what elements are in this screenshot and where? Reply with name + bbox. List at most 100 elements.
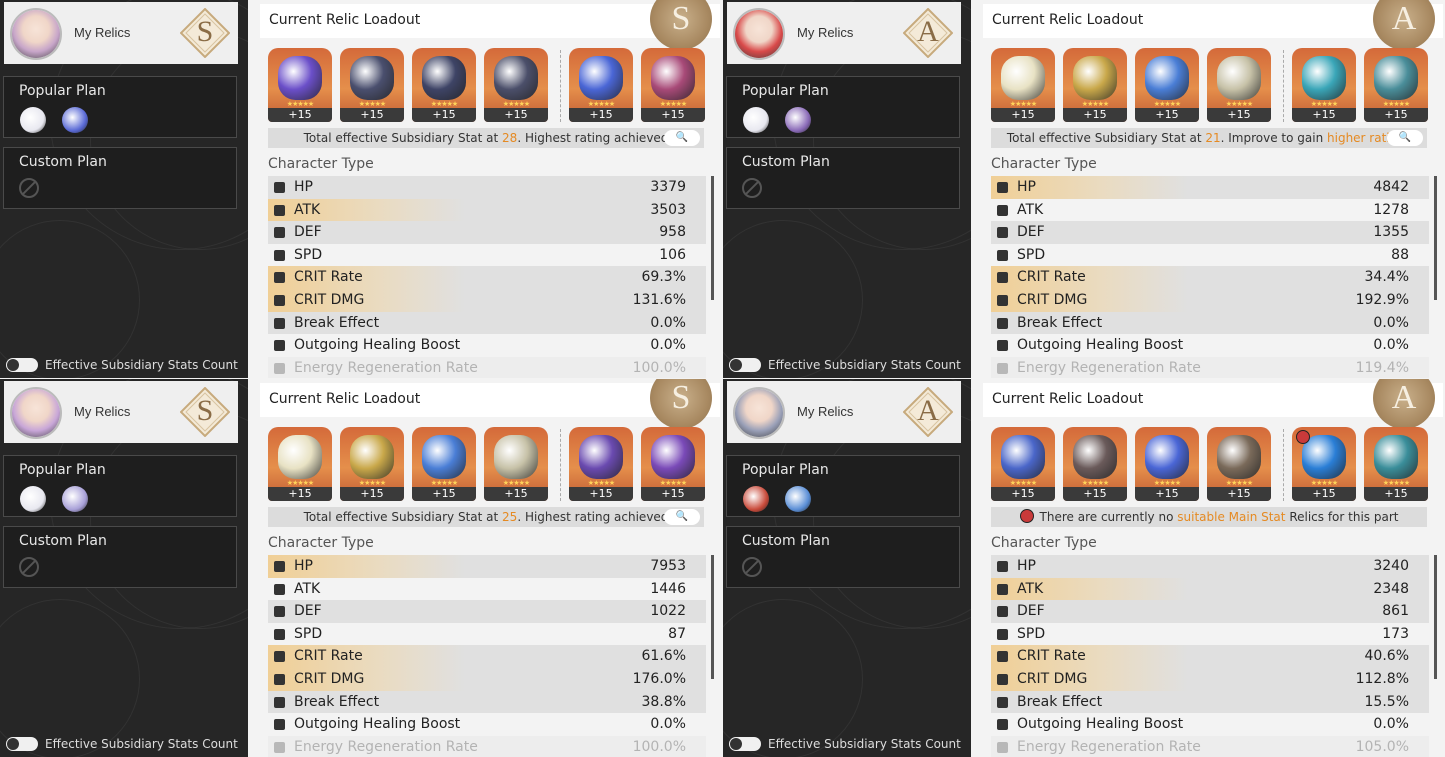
effective-stats-toggle[interactable]: [6, 358, 38, 372]
stat-value: 1278: [1373, 201, 1409, 218]
stat-icon: [997, 719, 1008, 731]
relic-slot[interactable]: ★★★★★ +15: [991, 48, 1055, 122]
popular-plan-card[interactable]: Popular Plan: [726, 455, 960, 517]
stat-name: SPD: [1017, 246, 1046, 263]
effective-stats-toggle[interactable]: [6, 737, 38, 751]
stat-name: Outgoing Healing Boost: [1017, 716, 1184, 733]
decorative-ring: [723, 220, 863, 378]
relic-slot[interactable]: ★★★★★ +15: [1063, 48, 1127, 122]
stat-icon: [997, 317, 1008, 329]
my-relics-title: My Relics: [74, 25, 131, 40]
effective-stats-toggle[interactable]: [729, 737, 761, 751]
scrollbar[interactable]: [1434, 176, 1437, 300]
rank-letter: A: [917, 394, 939, 427]
rank-icon: S: [179, 386, 231, 438]
rarity-stars: ★★★★★: [1153, 479, 1181, 487]
relic-slot[interactable]: ★★★★★ +15: [268, 48, 332, 122]
relic-slot[interactable]: ★★★★★ +15: [1364, 48, 1428, 122]
character-avatar[interactable]: [733, 8, 785, 60]
stats-list: HP 7953 ATK 1446 DEF 1022 SPD 87 CRIT Rate 61.6% C…: [268, 555, 706, 757]
stat-value: 0.0%: [1373, 314, 1409, 331]
relic-slot[interactable]: ★★★★★ +15: [340, 427, 404, 501]
relic-slot[interactable]: ★★★★★ +15: [641, 48, 705, 122]
magnifier-button[interactable]: 🔍: [664, 509, 700, 525]
stat-name: CRIT Rate: [1017, 648, 1086, 665]
set-divider: [560, 50, 561, 122]
magnifier-button[interactable]: 🔍: [664, 130, 700, 146]
effective-stat-bar: Total effective Subsidiary Stat at 25. H…: [268, 507, 704, 527]
plan-relic-icon[interactable]: [62, 107, 88, 133]
plan-relic-icon[interactable]: [20, 486, 46, 512]
empty-plan-icon: [19, 557, 39, 577]
sidebar: My Relics S Popular Plan Custom Plan Effecti…: [0, 379, 248, 757]
stat-row: HP 3379: [268, 176, 706, 199]
stat-row: ATK 3503: [268, 198, 706, 222]
relic-slot[interactable]: ★★★★★ +15: [1135, 427, 1199, 501]
stat-row: HP 3240: [991, 555, 1429, 578]
popular-plan-card[interactable]: Popular Plan: [726, 76, 960, 138]
relic-slot[interactable]: ★★★★★ +15: [1063, 427, 1127, 501]
relic-slot[interactable]: ★★★★★ +15: [1207, 427, 1271, 501]
relic-slot[interactable]: ★★★★★ +15: [268, 427, 332, 501]
set-divider: [560, 429, 561, 501]
stat-name: HP: [1017, 558, 1036, 574]
character-avatar[interactable]: [733, 387, 785, 439]
plan-relic-icon[interactable]: [62, 486, 88, 512]
rarity-stars: ★★★★★: [1009, 100, 1037, 108]
stat-value: 3379: [650, 179, 686, 195]
stat-name: HP: [1017, 179, 1036, 195]
relic-slot[interactable]: ★★★★★ +15: [412, 48, 476, 122]
plan-relic-icon[interactable]: [20, 107, 46, 133]
stat-value: 0.0%: [650, 314, 686, 331]
custom-plan-card[interactable]: Custom Plan: [726, 526, 960, 588]
relic-slot[interactable]: ★★★★★ +15: [484, 48, 548, 122]
stat-name: Energy Regeneration Rate: [1017, 359, 1201, 376]
relic-slot[interactable]: ★★★★★ +15: [340, 48, 404, 122]
scrollbar[interactable]: [711, 555, 714, 679]
popular-plan-card[interactable]: Popular Plan: [3, 455, 237, 517]
relic-slot[interactable]: ★★★★★ +15: [1292, 427, 1356, 501]
stat-value: 87: [668, 625, 686, 642]
scrollbar[interactable]: [711, 176, 714, 300]
plan-relic-icon[interactable]: [743, 486, 769, 512]
effective-stat-prefix: Total effective Subsidiary Stat at: [303, 131, 503, 145]
popular-plan-card[interactable]: Popular Plan: [3, 76, 237, 138]
effective-stat-value: 25: [502, 510, 518, 524]
sidebar: My Relics S Popular Plan Custom Plan Effecti…: [0, 0, 248, 378]
stat-row: Energy Regeneration Rate 105.0%: [991, 735, 1429, 757]
rarity-stars: ★★★★★: [358, 479, 386, 487]
character-avatar[interactable]: [10, 387, 62, 439]
relic-slot[interactable]: ★★★★★ +15: [1364, 427, 1428, 501]
rank-badge-letter: S: [671, 0, 691, 37]
relic-slot[interactable]: ★★★★★ +15: [641, 427, 705, 501]
relic-slot[interactable]: ★★★★★ +15: [412, 427, 476, 501]
stats-list: HP 3240 ATK 2348 DEF 861 SPD 173 CRIT Rate 40.6% C…: [991, 555, 1429, 757]
relic-screen-panel: My Relics A Popular Plan Custom Plan Effecti…: [723, 0, 1445, 378]
relic-icon: [350, 56, 394, 100]
character-avatar[interactable]: [10, 8, 62, 60]
custom-plan-card[interactable]: Custom Plan: [726, 147, 960, 209]
scrollbar[interactable]: [1434, 555, 1437, 679]
custom-plan-card[interactable]: Custom Plan: [3, 526, 237, 588]
plan-relic-icon[interactable]: [743, 107, 769, 133]
plan-relic-icon[interactable]: [785, 486, 811, 512]
relic-slot[interactable]: ★★★★★ +15: [1292, 48, 1356, 122]
empty-plan-icon: [19, 178, 39, 198]
relic-slot[interactable]: ★★★★★ +15: [1207, 48, 1271, 122]
relic-slot[interactable]: ★★★★★ +15: [484, 427, 548, 501]
effective-stat-suffix: Relics for this part: [1285, 510, 1399, 524]
relic-icon: [1374, 56, 1418, 100]
relic-slot[interactable]: ★★★★★ +15: [991, 427, 1055, 501]
plan-relic-icon[interactable]: [785, 107, 811, 133]
relic-slot[interactable]: ★★★★★ +15: [569, 427, 633, 501]
magnifier-button[interactable]: 🔍: [1387, 130, 1423, 146]
rank-icon: A: [902, 7, 954, 59]
stat-row: HP 4842: [991, 176, 1429, 199]
custom-plan-card[interactable]: Custom Plan: [3, 147, 237, 209]
relic-slot[interactable]: ★★★★★ +15: [1135, 48, 1199, 122]
relic-level: +15: [340, 487, 404, 501]
stat-value: 131.6%: [632, 291, 686, 308]
effective-stats-toggle[interactable]: [729, 358, 761, 372]
relic-slot[interactable]: ★★★★★ +15: [569, 48, 633, 122]
stat-value: 34.4%: [1364, 269, 1409, 286]
